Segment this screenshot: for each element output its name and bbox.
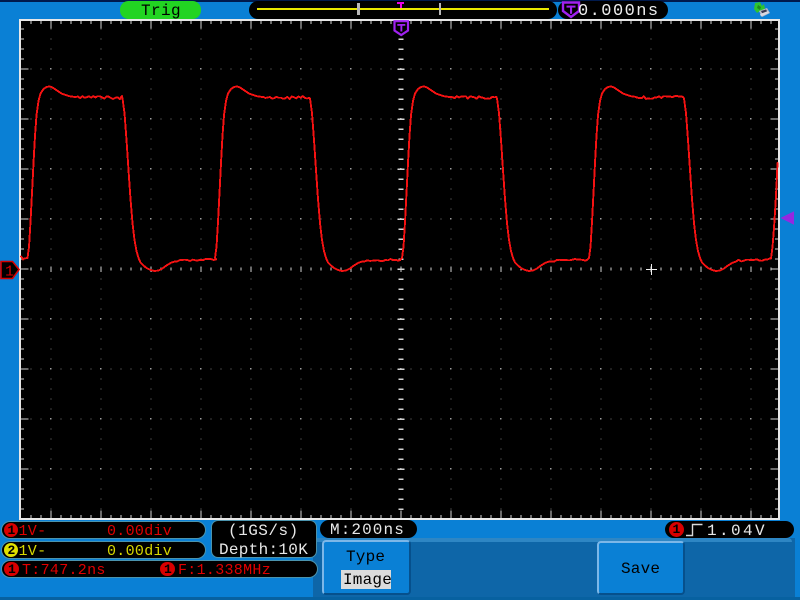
svg-text:1: 1 xyxy=(5,264,14,281)
